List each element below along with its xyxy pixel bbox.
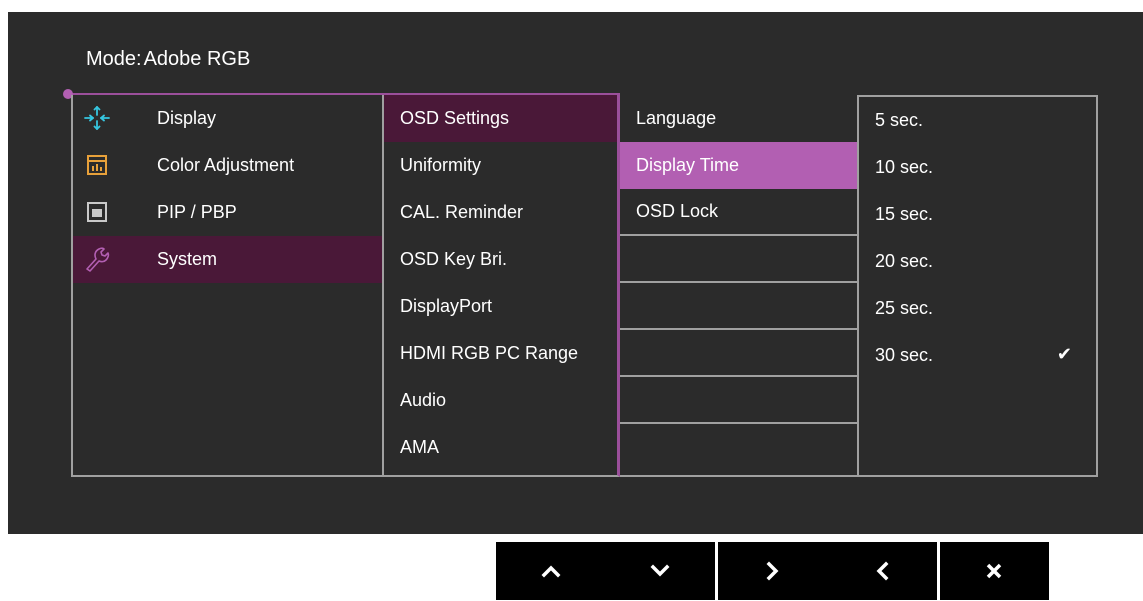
chevron-up-icon — [541, 565, 561, 578]
main-menu: Display Color Adjustment PIP / PBP Syste… — [71, 95, 384, 477]
system-item-ama[interactable]: AMA — [384, 424, 617, 471]
system-item-audio[interactable]: Audio — [384, 377, 617, 424]
system-item-uniformity[interactable]: Uniformity — [384, 142, 617, 189]
close-button[interactable] — [936, 542, 1049, 600]
down-button[interactable] — [605, 542, 714, 600]
option-label: 20 sec. — [875, 251, 934, 271]
system-item-osd-settings[interactable]: OSD Settings — [384, 95, 617, 142]
option-10-sec[interactable]: 10 sec. — [859, 144, 1096, 191]
mode-value: Adobe RGB — [143, 48, 251, 70]
osd-item-empty — [620, 424, 857, 471]
right-button[interactable] — [714, 542, 827, 600]
osd-item-empty — [620, 236, 857, 283]
osd-item-empty — [620, 330, 857, 377]
option-20-sec[interactable]: 20 sec. — [859, 238, 1096, 285]
system-item-hdmi-rgb-pc-range[interactable]: HDMI RGB PC Range — [384, 330, 617, 377]
mode-label: Mode: — [86, 48, 142, 70]
osd-item-empty — [620, 377, 857, 424]
up-button[interactable] — [496, 542, 605, 600]
pip-pbp-icon — [87, 202, 107, 222]
main-menu-item-color-adjustment[interactable]: Color Adjustment — [73, 142, 382, 189]
option-label: 10 sec. — [875, 157, 934, 177]
system-item-osd-key-bri[interactable]: OSD Key Bri. — [384, 236, 617, 283]
option-label: 25 sec. — [875, 298, 934, 318]
osd-item-empty — [620, 283, 857, 330]
chevron-right-icon — [766, 561, 778, 581]
option-label: 5 sec. — [875, 110, 924, 130]
close-icon — [987, 563, 1002, 579]
system-item-cal-reminder[interactable]: CAL. Reminder — [384, 189, 617, 236]
main-menu-item-pip-pbp[interactable]: PIP / PBP — [73, 189, 382, 236]
option-30-sec[interactable]: 30 sec. ✔ — [859, 332, 1096, 379]
main-menu-item-display[interactable]: Display — [73, 95, 382, 142]
option-25-sec[interactable]: 25 sec. — [859, 285, 1096, 332]
left-button[interactable] — [827, 542, 936, 600]
option-label: 15 sec. — [875, 204, 934, 224]
osd-item-osd-lock[interactable]: OSD Lock — [620, 189, 857, 236]
main-menu-label: Display — [157, 108, 217, 128]
main-menu-label: System — [157, 249, 218, 269]
chevron-down-icon — [650, 564, 670, 577]
display-time-options: 5 sec. 10 sec. 15 sec. 20 sec. 25 sec. 3… — [859, 95, 1098, 477]
mode-indicator: Mode: Adobe RGB — [86, 48, 250, 71]
system-item-displayport[interactable]: DisplayPort — [384, 283, 617, 330]
osd-item-display-time[interactable]: Display Time — [620, 142, 857, 189]
main-menu-item-system[interactable]: System — [73, 236, 382, 283]
color-adjustment-icon — [87, 155, 107, 175]
display-icon — [84, 106, 110, 130]
system-menu: OSD Settings Uniformity CAL. Reminder OS… — [384, 95, 620, 477]
main-menu-label: Color Adjustment — [157, 155, 295, 175]
option-label: 30 sec. — [875, 345, 934, 365]
main-menu-label: PIP / PBP — [157, 202, 237, 222]
osd-settings-menu: Language Display Time OSD Lock — [620, 95, 859, 477]
chevron-left-icon — [876, 561, 889, 581]
osd-item-language[interactable]: Language — [620, 95, 857, 142]
option-15-sec[interactable]: 15 sec. — [859, 191, 1096, 238]
option-5-sec[interactable]: 5 sec. — [859, 97, 1096, 144]
wrench-icon — [86, 247, 110, 272]
control-key-bar — [496, 542, 1049, 600]
checkmark-icon: ✔ — [1056, 344, 1072, 364]
